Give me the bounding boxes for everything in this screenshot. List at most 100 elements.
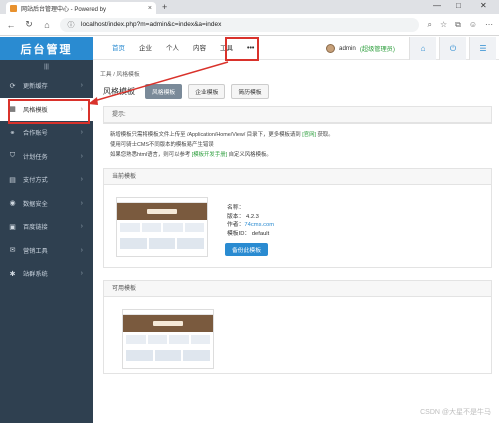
available-template-thumbnail[interactable]: [122, 309, 214, 369]
official-site-link[interactable]: [官网]: [302, 132, 316, 138]
sidebar-item-site-cluster[interactable]: ✱ 站群系统 ›: [0, 262, 93, 286]
avatar: [326, 44, 335, 53]
template-author-label: 作者：: [227, 222, 245, 228]
link-icon: ⚭: [9, 129, 16, 137]
shield-icon: ⛉: [9, 152, 16, 160]
tab-resume-template[interactable]: 简历模板: [231, 83, 269, 99]
zoom-icon[interactable]: ⌕: [427, 20, 431, 30]
sidebar: 后台管理 ||| ⟳ 更新缓存 › ▦ 风格模板 › ⚭ 合作账号 › ⛉ 计划…: [0, 37, 93, 423]
logout-button[interactable]: ⏻: [439, 37, 466, 60]
template-author[interactable]: 74cms.com: [244, 222, 274, 228]
collections-icon[interactable]: ⧉: [455, 20, 461, 30]
watermark: CSDN @大星不是牛马: [420, 409, 491, 416]
tips-line3-b: 自定义风格模板。: [228, 152, 272, 158]
topnav-home[interactable]: 首页: [105, 37, 132, 60]
sidebar-item-scheduled-tasks[interactable]: ⛉ 计划任务 ›: [0, 145, 93, 169]
page-title: 风格模板: [103, 86, 135, 96]
favorite-icon[interactable]: ☆: [440, 20, 447, 29]
topnav-content[interactable]: 内容: [186, 37, 213, 60]
info-icon[interactable]: ⓘ: [66, 20, 76, 30]
current-template-thumbnail[interactable]: [116, 197, 208, 257]
sidebar-highlight-box: [8, 99, 90, 124]
collapse-toggle[interactable]: |||: [0, 60, 93, 74]
available-templates-panel: 可用模板: [103, 280, 492, 374]
home-icon[interactable]: ⌂: [42, 20, 52, 30]
sidebar-item-label: 站群系统: [23, 271, 48, 279]
back-icon[interactable]: ←: [6, 20, 16, 30]
refresh-icon: ⟳: [9, 82, 16, 90]
window-close-icon[interactable]: ✕: [480, 1, 487, 10]
tips-text: 新增模板只需将模板文件上传至 /Application/Home/View/ 目…: [103, 124, 492, 160]
user-role: (超级管理员): [359, 46, 395, 53]
profile-icon[interactable]: ☺: [469, 20, 477, 29]
tips-line1-b: 获取。: [317, 132, 334, 138]
browser-tab-bar: 网站后台管理中心 - Powered by × + — □ ✕: [0, 0, 499, 14]
tool-icon: ✉: [9, 247, 16, 255]
menu-icon[interactable]: ⋯: [485, 20, 493, 29]
sidebar-item-label: 数据安全: [23, 200, 48, 208]
backup-template-button[interactable]: 备份此模板: [225, 243, 268, 256]
power-icon: ⏻: [449, 43, 457, 53]
template-version: 版本： 4.2.3: [227, 213, 259, 220]
template-name-label: 名称：: [227, 205, 245, 211]
template-id: 模板ID： default: [227, 230, 270, 237]
title-row: 风格模板 风格模板 企业模板 简历模板: [103, 83, 492, 99]
available-templates-head: 可用模板: [104, 281, 491, 297]
sidebar-item-partner-account[interactable]: ⚭ 合作账号 ›: [0, 121, 93, 145]
minimize-icon[interactable]: —: [433, 1, 441, 10]
tab-title: 网站后台管理中心 - Powered by: [21, 6, 107, 13]
settings-button[interactable]: ☰: [469, 37, 496, 60]
chevron-right-icon: ›: [80, 223, 83, 231]
tools-highlight-box: [225, 37, 259, 61]
current-template-panel: 当前模板 名称： 版本： 4.2.3 作者：74cms.com 模板ID： de…: [103, 168, 492, 268]
chevron-right-icon: ›: [80, 129, 83, 137]
chevron-right-icon: ›: [80, 246, 83, 254]
chevron-right-icon: ›: [80, 152, 83, 160]
address-bar: ← ↻ ⌂ ⓘ localhost/index.php?m=admin&c=in…: [0, 14, 499, 36]
main-content: 风格模板 风格模板 企业模板 简历模板 提示: 新增模板只需将模板文件上传至 /…: [103, 83, 492, 374]
chevron-right-icon: ›: [80, 199, 83, 207]
sidebar-item-data-security[interactable]: ◉ 数据安全 ›: [0, 192, 93, 216]
sidebar-item-marketing-tools[interactable]: ✉ 营销工具 ›: [0, 239, 93, 263]
sidebar-item-payment[interactable]: ▤ 支付方式 ›: [0, 168, 93, 192]
maximize-icon[interactable]: □: [456, 1, 461, 10]
tab-style-template[interactable]: 风格模板: [145, 83, 183, 99]
close-tab-icon[interactable]: ×: [148, 5, 152, 12]
template-manual-link[interactable]: [模板开发手册]: [192, 152, 227, 158]
url-field[interactable]: ⓘ localhost/index.php?m=admin&c=index&a=…: [60, 17, 420, 32]
user-name: admin: [339, 45, 356, 52]
browser-tab[interactable]: 网站后台管理中心 - Powered by ×: [6, 2, 156, 14]
template-meta: 名称： 版本： 4.2.3 作者：74cms.com 模板ID： default: [227, 204, 274, 238]
current-template-head: 当前模板: [104, 169, 491, 185]
database-icon: ◉: [9, 200, 16, 208]
tips-panel: 提示:: [103, 106, 492, 124]
sidebar-item-label: 支付方式: [23, 177, 48, 185]
topnav-personal[interactable]: 个人: [159, 37, 186, 60]
home-button[interactable]: ⌂: [409, 37, 436, 60]
url-text: localhost/index.php?m=admin&c=index&a=in…: [81, 21, 222, 28]
gear-icon: ☰: [479, 44, 487, 53]
favicon-icon: [10, 4, 17, 12]
tips-line1-a: 新增模板只需将模板文件上传至 /Application/Home/View/ 目…: [110, 132, 301, 138]
topnav-enterprise[interactable]: 企业: [132, 37, 159, 60]
card-icon: ▤: [9, 176, 16, 184]
tips-head: 提示:: [104, 107, 491, 123]
tips-line2: 使用可骑士CMS不同版本的模板易产生错误: [110, 142, 214, 148]
chevron-right-icon: ›: [80, 176, 83, 184]
cluster-icon: ✱: [9, 270, 16, 278]
sidebar-item-cache[interactable]: ⟳ 更新缓存 ›: [0, 74, 93, 98]
tips-line3-a: 如果您熟悉html语言，则可以参考: [110, 152, 191, 158]
bookmark-icon: ▣: [9, 223, 16, 231]
brand-logo: 后台管理: [0, 37, 93, 60]
sidebar-item-baidu-links[interactable]: ▣ 百度链接 ›: [0, 215, 93, 239]
sidebar-item-label: 合作账号: [23, 130, 48, 138]
sidebar-item-label: 百度链接: [23, 224, 48, 232]
reload-icon[interactable]: ↻: [24, 19, 34, 30]
new-tab-icon[interactable]: +: [162, 2, 167, 12]
top-navigation: 首页 企业 个人 内容 工具 ••• admin (超级管理员) ⌂ ⏻ ☰: [93, 37, 499, 60]
user-menu[interactable]: admin (超级管理员): [326, 37, 395, 60]
tab-enterprise-template[interactable]: 企业模板: [188, 83, 226, 99]
sidebar-item-label: 更新缓存: [23, 83, 48, 91]
chevron-right-icon: ›: [80, 270, 83, 278]
sidebar-item-label: 计划任务: [23, 153, 48, 161]
